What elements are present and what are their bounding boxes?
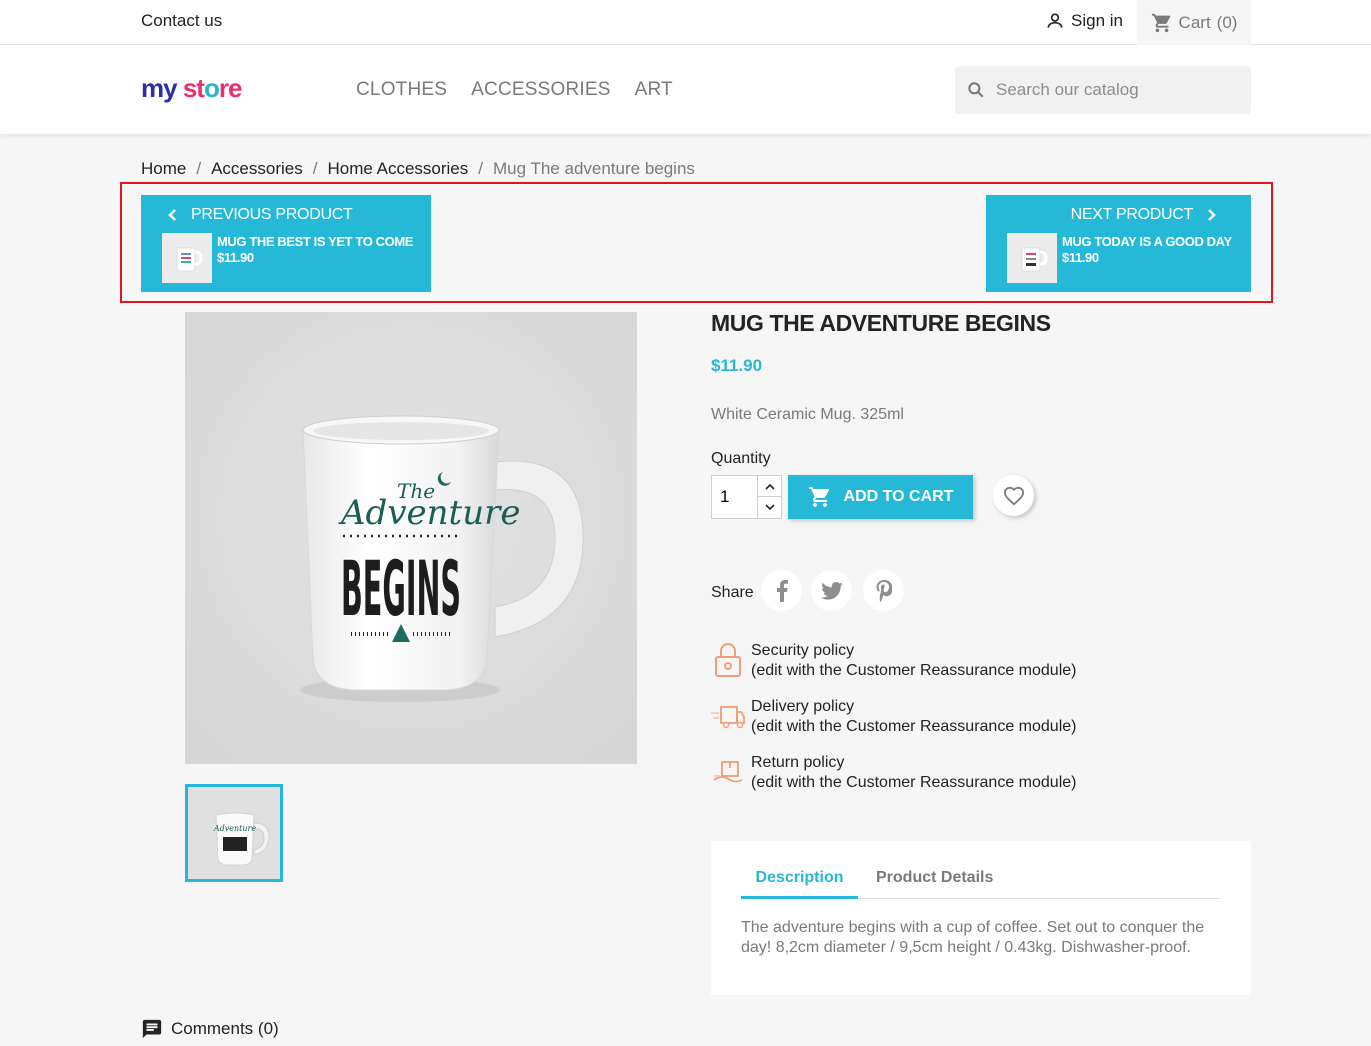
share-label: Share <box>711 584 754 601</box>
cart-button[interactable]: Cart (0) <box>1137 0 1251 45</box>
quantity-increase-button[interactable] <box>758 476 781 497</box>
truck-icon <box>711 696 745 736</box>
facebook-share-button[interactable] <box>761 570 802 611</box>
heart-icon <box>1003 486 1024 505</box>
mug-image: The Adventure BEGINS <box>185 312 637 764</box>
sign-in-label: Sign in <box>1071 11 1123 30</box>
nav-item-art[interactable]: ART <box>635 79 673 101</box>
previous-product-button[interactable]: PREVIOUS PRODUCT MUG THE BEST IS YET TO … <box>141 195 431 292</box>
previous-product-price: $11.90 <box>217 250 254 265</box>
pinterest-share-button[interactable] <box>863 570 904 611</box>
breadcrumb-separator: / <box>478 159 483 178</box>
twitter-icon <box>820 581 843 600</box>
top-bar: Contact us Sign in Cart (0) <box>0 0 1371 45</box>
breadcrumb: Home / Accessories / Home Accessories / … <box>141 159 695 179</box>
breadcrumb-home[interactable]: Home <box>141 159 186 179</box>
next-product-name: MUG TODAY IS A GOOD DAY <box>1062 234 1232 249</box>
pinterest-icon <box>876 579 892 602</box>
shopping-cart-icon <box>808 487 829 507</box>
search-icon[interactable] <box>966 80 986 100</box>
breadcrumb-separator: / <box>196 159 202 178</box>
svg-text:Adventure: Adventure <box>213 824 256 833</box>
add-to-cart-button[interactable]: ADD TO CART <box>788 475 973 519</box>
main-header: my store CLOTHES ACCESSORIES ART <box>0 45 1371 134</box>
reassurance-return: Return policy (edit with the Customer Re… <box>711 754 1111 798</box>
breadcrumb-current: Mug The adventure begins <box>492 159 695 178</box>
store-logo[interactable]: my store <box>141 73 242 104</box>
quantity-label: Quantity <box>711 450 771 467</box>
product-main-image[interactable]: The Adventure BEGINS <box>185 312 637 764</box>
product-thumbnail[interactable]: Adventure <box>185 784 283 882</box>
next-product-thumbnail <box>1007 233 1057 283</box>
product-price: $11.90 <box>711 356 763 375</box>
next-product-button[interactable]: NEXT PRODUCT MUG TODAY IS A GOOD DAY $11… <box>986 195 1251 292</box>
comment-icon <box>142 1019 162 1039</box>
previous-product-thumbnail <box>162 233 212 283</box>
quantity-stepper <box>711 475 782 519</box>
cart-label: Cart <box>1178 12 1211 32</box>
next-product-price: $11.90 <box>1062 250 1099 265</box>
lock-icon <box>711 640 745 680</box>
wishlist-button[interactable] <box>993 475 1034 516</box>
chevron-left-icon <box>168 209 176 221</box>
sign-in-link[interactable]: Sign in <box>1045 11 1123 31</box>
tab-product-details[interactable]: Product Details <box>876 869 993 897</box>
search-input[interactable] <box>996 80 1236 100</box>
tab-list: Description Product Details <box>741 869 1221 899</box>
comments-label: Comments (0) <box>171 1019 279 1038</box>
previous-product-name: MUG THE BEST IS YET TO COME <box>217 234 414 249</box>
user-icon <box>1047 13 1063 28</box>
add-to-cart-label: ADD TO CART <box>843 488 954 505</box>
comments-section: Comments (0) <box>141 1018 279 1040</box>
product-title: MUG THE ADVENTURE BEGINS <box>711 310 1051 336</box>
product-tabs: Description Product Details The adventur… <box>711 841 1251 995</box>
reassurance-delivery: Delivery policy (edit with the Customer … <box>711 698 1111 742</box>
quantity-decrease-button[interactable] <box>758 497 781 518</box>
nav-item-clothes[interactable]: CLOTHES <box>356 79 447 101</box>
breadcrumb-separator: / <box>312 159 318 178</box>
shopping-cart-icon <box>1151 13 1170 32</box>
cart-count: (0) <box>1216 12 1238 32</box>
svg-text:Adventure: Adventure <box>338 493 520 533</box>
chevron-down-icon <box>764 504 775 511</box>
contact-us-link[interactable]: Contact us <box>141 11 222 31</box>
search-box <box>955 66 1251 114</box>
product-short-description: White Ceramic Mug. 325ml <box>711 406 904 423</box>
svg-text:BEGINS: BEGINS <box>341 544 461 633</box>
return-box-icon <box>711 752 745 792</box>
previous-product-label: PREVIOUS PRODUCT <box>191 206 353 223</box>
breadcrumb-home-accessories[interactable]: Home Accessories <box>327 159 468 179</box>
tab-description[interactable]: Description <box>741 869 858 899</box>
reassurance-security: Security policy (edit with the Customer … <box>711 642 1111 686</box>
main-nav: CLOTHES ACCESSORIES ART <box>356 79 673 101</box>
facebook-icon <box>776 579 788 602</box>
nav-item-accessories[interactable]: ACCESSORIES <box>471 79 610 101</box>
chevron-up-icon <box>764 483 775 490</box>
twitter-share-button[interactable] <box>811 570 852 611</box>
description-text: The adventure begins with a cup of coffe… <box>741 919 1205 956</box>
chevron-right-icon <box>1208 209 1216 221</box>
breadcrumb-accessories[interactable]: Accessories <box>211 159 303 179</box>
next-product-label: NEXT PRODUCT <box>1070 206 1194 223</box>
quantity-input[interactable] <box>712 476 758 518</box>
